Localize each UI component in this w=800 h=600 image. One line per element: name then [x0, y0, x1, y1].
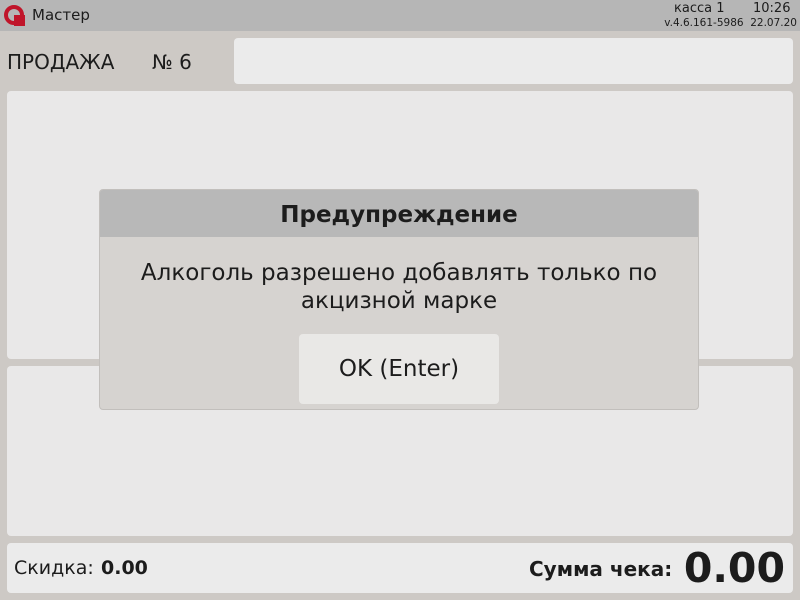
discount-label: Скидка: [14, 557, 94, 579]
ok-button[interactable]: OK (Enter) [299, 334, 499, 404]
version-label: v.4.6.161-5986 22.07.20 [664, 17, 797, 29]
discount-value: 0.00 [101, 557, 148, 579]
dialog-title: Предупреждение [280, 202, 518, 228]
app-title: Мастер [32, 6, 90, 24]
warning-dialog: Предупреждение Алкоголь разрешено добавл… [99, 189, 699, 410]
sale-mode-label: ПРОДАЖА [7, 50, 115, 74]
total-value: 0.00 [683, 544, 785, 592]
product-search-input[interactable] [234, 38, 793, 84]
logo-icon [4, 5, 25, 26]
clock: 10:26 [753, 1, 791, 16]
top-bar: Мастер касса 1 10:26 v.4.6.161-5986 22.0… [0, 0, 800, 31]
dialog-message: Алкоголь разрешено добавлять только по а… [140, 260, 658, 314]
register-label: касса 1 [674, 1, 725, 16]
receipt-footer: Скидка: 0.00 Сумма чека: 0.00 [7, 543, 793, 593]
receipt-number: № 6 [152, 50, 192, 74]
total-label: Сумма чека: [529, 557, 673, 581]
dialog-header: Предупреждение [100, 190, 698, 237]
